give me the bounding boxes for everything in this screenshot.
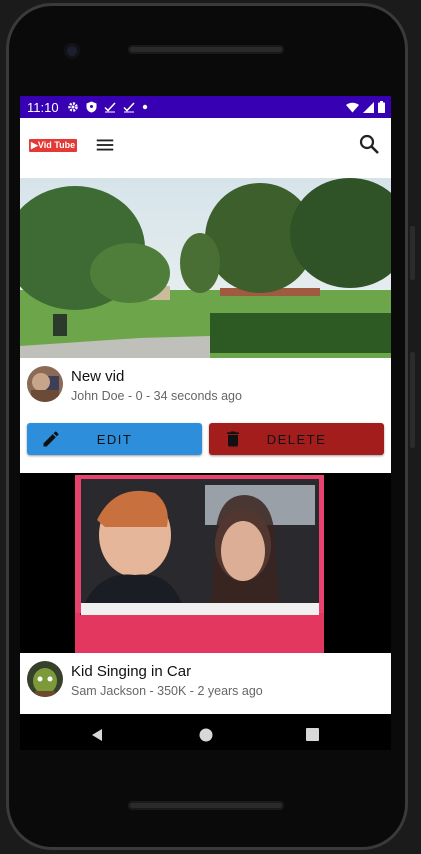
screen: 11:10 ▶Vid Tube New vid John Doe - 0 - 3… <box>20 96 391 750</box>
edit-button-label: EDIT <box>96 431 133 447</box>
app-bar: ▶Vid Tube <box>20 118 391 178</box>
avatar[interactable] <box>27 661 63 697</box>
signal-icon <box>363 101 374 113</box>
video-thumbnail[interactable] <box>20 178 391 358</box>
video-meta: Sam Jackson - 350K - 2 years ago <box>71 684 263 698</box>
delete-button-label: DELETE <box>266 431 327 447</box>
recents-icon[interactable] <box>306 728 319 741</box>
status-time: 11:10 <box>27 99 59 115</box>
battery-icon <box>378 101 385 113</box>
avatar[interactable] <box>27 366 63 402</box>
front-camera <box>64 43 80 59</box>
volume-button <box>410 352 415 448</box>
menu-icon[interactable] <box>94 134 116 156</box>
trash-icon <box>227 431 239 447</box>
gear-icon <box>67 102 78 112</box>
video-card[interactable]: Kid Singing in Car Sam Jackson - 350K - … <box>20 473 391 714</box>
search-icon[interactable] <box>357 132 381 156</box>
wifi-icon <box>346 102 359 112</box>
shield-icon <box>86 101 97 113</box>
video-meta: John Doe - 0 - 34 seconds ago <box>71 389 242 403</box>
navigation-bar <box>20 714 391 756</box>
top-speaker <box>128 45 284 54</box>
dot-icon <box>142 104 147 110</box>
home-icon[interactable] <box>199 728 213 742</box>
status-bar: 11:10 <box>20 96 391 118</box>
video-info: Kid Singing in Car Sam Jackson - 350K - … <box>20 653 391 714</box>
video-title[interactable]: Kid Singing in Car <box>71 663 191 680</box>
bottom-speaker <box>128 801 284 810</box>
app-logo: ▶Vid Tube <box>29 139 78 152</box>
video-thumbnail[interactable] <box>75 475 324 653</box>
edit-button[interactable]: EDIT <box>27 423 202 455</box>
video-title[interactable]: New vid <box>71 368 124 385</box>
delete-button[interactable]: DELETE <box>209 423 384 455</box>
check-icon <box>104 102 116 113</box>
video-card[interactable]: New vid John Doe - 0 - 34 seconds ago ED… <box>20 178 391 473</box>
pencil-icon <box>43 431 59 447</box>
phone-frame: 11:10 ▶Vid Tube New vid John Doe - 0 - 3… <box>0 0 421 854</box>
check-icon <box>123 102 135 113</box>
power-button <box>410 226 415 280</box>
back-icon[interactable] <box>90 728 104 742</box>
